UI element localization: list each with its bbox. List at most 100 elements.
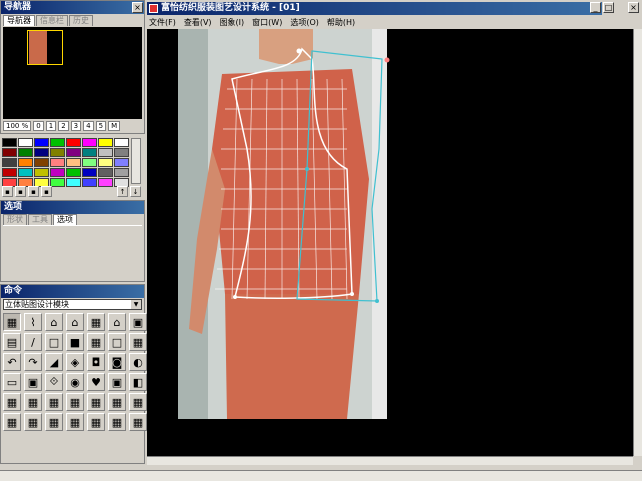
command-tool-icon[interactable]: ⌂ — [45, 313, 63, 331]
command-tool-icon[interactable]: ⌂ — [66, 313, 84, 331]
color-swatch[interactable] — [98, 158, 113, 167]
horizontal-scrollbar[interactable] — [147, 456, 633, 465]
palette-tool[interactable]: ▪ — [15, 186, 26, 197]
command-tool-icon[interactable]: ▦ — [87, 333, 105, 351]
color-swatch[interactable] — [66, 148, 81, 157]
close-button[interactable]: × — [132, 2, 143, 13]
module-select[interactable]: 立体贴图设计模块 ▼ — [3, 299, 142, 310]
command-tool-icon[interactable]: □ — [108, 333, 126, 351]
color-swatch[interactable] — [66, 168, 81, 177]
navigator-preview[interactable] — [3, 27, 142, 119]
menu-help[interactable]: 帮助(H) — [327, 16, 355, 29]
palette-tool[interactable]: ▪ — [2, 186, 13, 197]
menu-file[interactable]: 文件(F) — [149, 16, 176, 29]
color-swatch[interactable] — [34, 138, 49, 147]
color-swatch[interactable] — [66, 158, 81, 167]
command-tool-icon[interactable]: ▦ — [108, 393, 126, 411]
command-tool-icon[interactable]: ◐ — [129, 353, 147, 371]
minimize-button[interactable]: _ — [590, 2, 601, 13]
zoom-option[interactable]: 3 — [70, 121, 82, 131]
color-swatch[interactable] — [82, 168, 97, 177]
menu-window[interactable]: 窗口(W) — [252, 16, 282, 29]
color-swatch[interactable] — [2, 138, 17, 147]
color-swatch[interactable] — [50, 158, 65, 167]
command-tool-icon[interactable]: ⌇ — [24, 313, 42, 331]
color-swatch[interactable] — [98, 148, 113, 157]
color-swatch[interactable] — [18, 168, 33, 177]
menu-view[interactable]: 查看(V) — [184, 16, 212, 29]
command-tool-icon[interactable]: ■ — [66, 333, 84, 351]
viewport-rect[interactable] — [27, 30, 63, 65]
menu-options[interactable]: 选项(O) — [290, 16, 319, 29]
color-swatch[interactable] — [114, 138, 129, 147]
tab-navigator[interactable]: 导航器 — [3, 15, 35, 26]
command-tool-icon[interactable]: ◘ — [87, 353, 105, 371]
chevron-down-icon[interactable]: ▼ — [131, 300, 141, 309]
command-tool-icon[interactable]: ▦ — [87, 393, 105, 411]
command-tool-icon[interactable]: □ — [45, 333, 63, 351]
zoom-option[interactable]: 0 — [33, 121, 44, 131]
tab-options[interactable]: 选项 — [53, 214, 77, 225]
color-swatch[interactable] — [82, 138, 97, 147]
command-tool-icon[interactable]: ▦ — [66, 393, 84, 411]
command-tool-icon[interactable]: ◧ — [129, 373, 147, 391]
command-tool-icon[interactable]: ▦ — [3, 393, 21, 411]
command-tool-icon[interactable]: / — [24, 333, 42, 351]
tab-tools[interactable]: 工具 — [28, 214, 52, 225]
close-button[interactable]: × — [628, 2, 639, 13]
command-tool-icon[interactable]: ▦ — [108, 413, 126, 431]
command-tool-icon[interactable]: ▭ — [3, 373, 21, 391]
command-tool-icon[interactable]: ▣ — [129, 313, 147, 331]
garment-image[interactable] — [147, 29, 633, 456]
zoom-option[interactable]: M — [108, 121, 121, 131]
color-swatch[interactable] — [66, 138, 81, 147]
command-tool-icon[interactable]: ▦ — [129, 333, 147, 351]
command-tool-icon[interactable]: ▦ — [3, 313, 21, 331]
color-swatch[interactable] — [98, 168, 113, 177]
zoom-option[interactable]: 2 — [58, 121, 69, 131]
command-tool-icon[interactable]: ▦ — [3, 413, 21, 431]
design-canvas[interactable] — [147, 29, 633, 456]
color-swatch[interactable] — [50, 168, 65, 177]
command-tool-icon[interactable]: ▦ — [45, 393, 63, 411]
color-swatch[interactable] — [34, 158, 49, 167]
color-swatch[interactable] — [114, 158, 129, 167]
color-swatch[interactable] — [34, 168, 49, 177]
zoom-option[interactable]: 1 — [45, 121, 57, 131]
command-tool-icon[interactable]: ▦ — [129, 393, 147, 411]
tab-shape[interactable]: 形状 — [3, 214, 27, 225]
command-tool-icon[interactable]: ▦ — [87, 413, 105, 431]
color-swatch[interactable] — [2, 148, 17, 157]
vertical-scrollbar[interactable] — [633, 29, 642, 456]
command-tool-icon[interactable]: ▦ — [45, 413, 63, 431]
palette-tool[interactable]: ▪ — [41, 186, 52, 197]
command-tool-icon[interactable]: ⟐ — [45, 373, 63, 391]
maximize-button[interactable]: □ — [603, 2, 614, 13]
color-swatch[interactable] — [2, 158, 17, 167]
command-tool-icon[interactable]: ▦ — [66, 413, 84, 431]
command-tool-icon[interactable]: ◙ — [108, 353, 126, 371]
arrow-up-icon[interactable]: ↑ — [117, 186, 128, 197]
command-tool-icon[interactable]: ◢ — [45, 353, 63, 371]
color-swatch[interactable] — [114, 148, 129, 157]
tab-history[interactable]: 历史 — [69, 15, 93, 26]
palette-scrollbar[interactable] — [131, 138, 141, 184]
zoom-option[interactable]: 5 — [95, 121, 107, 131]
color-swatch[interactable] — [82, 158, 97, 167]
color-swatch[interactable] — [98, 138, 113, 147]
color-swatch[interactable] — [18, 158, 33, 167]
color-swatch[interactable] — [50, 148, 65, 157]
color-swatch[interactable] — [34, 148, 49, 157]
command-tool-icon[interactable]: ▦ — [87, 313, 105, 331]
command-tool-icon[interactable]: ♥ — [87, 373, 105, 391]
menu-image[interactable]: 图象(I) — [220, 16, 245, 29]
palette-tool[interactable]: ▪ — [28, 186, 39, 197]
command-tool-icon[interactable]: ▦ — [24, 393, 42, 411]
command-tool-icon[interactable]: ↷ — [24, 353, 42, 371]
zoom-value[interactable]: 100 % — [3, 121, 32, 131]
color-swatch[interactable] — [18, 138, 33, 147]
command-tool-icon[interactable]: ◉ — [66, 373, 84, 391]
color-swatch[interactable] — [82, 148, 97, 157]
command-tool-icon[interactable]: ↶ — [3, 353, 21, 371]
command-tool-icon[interactable]: ▣ — [108, 373, 126, 391]
